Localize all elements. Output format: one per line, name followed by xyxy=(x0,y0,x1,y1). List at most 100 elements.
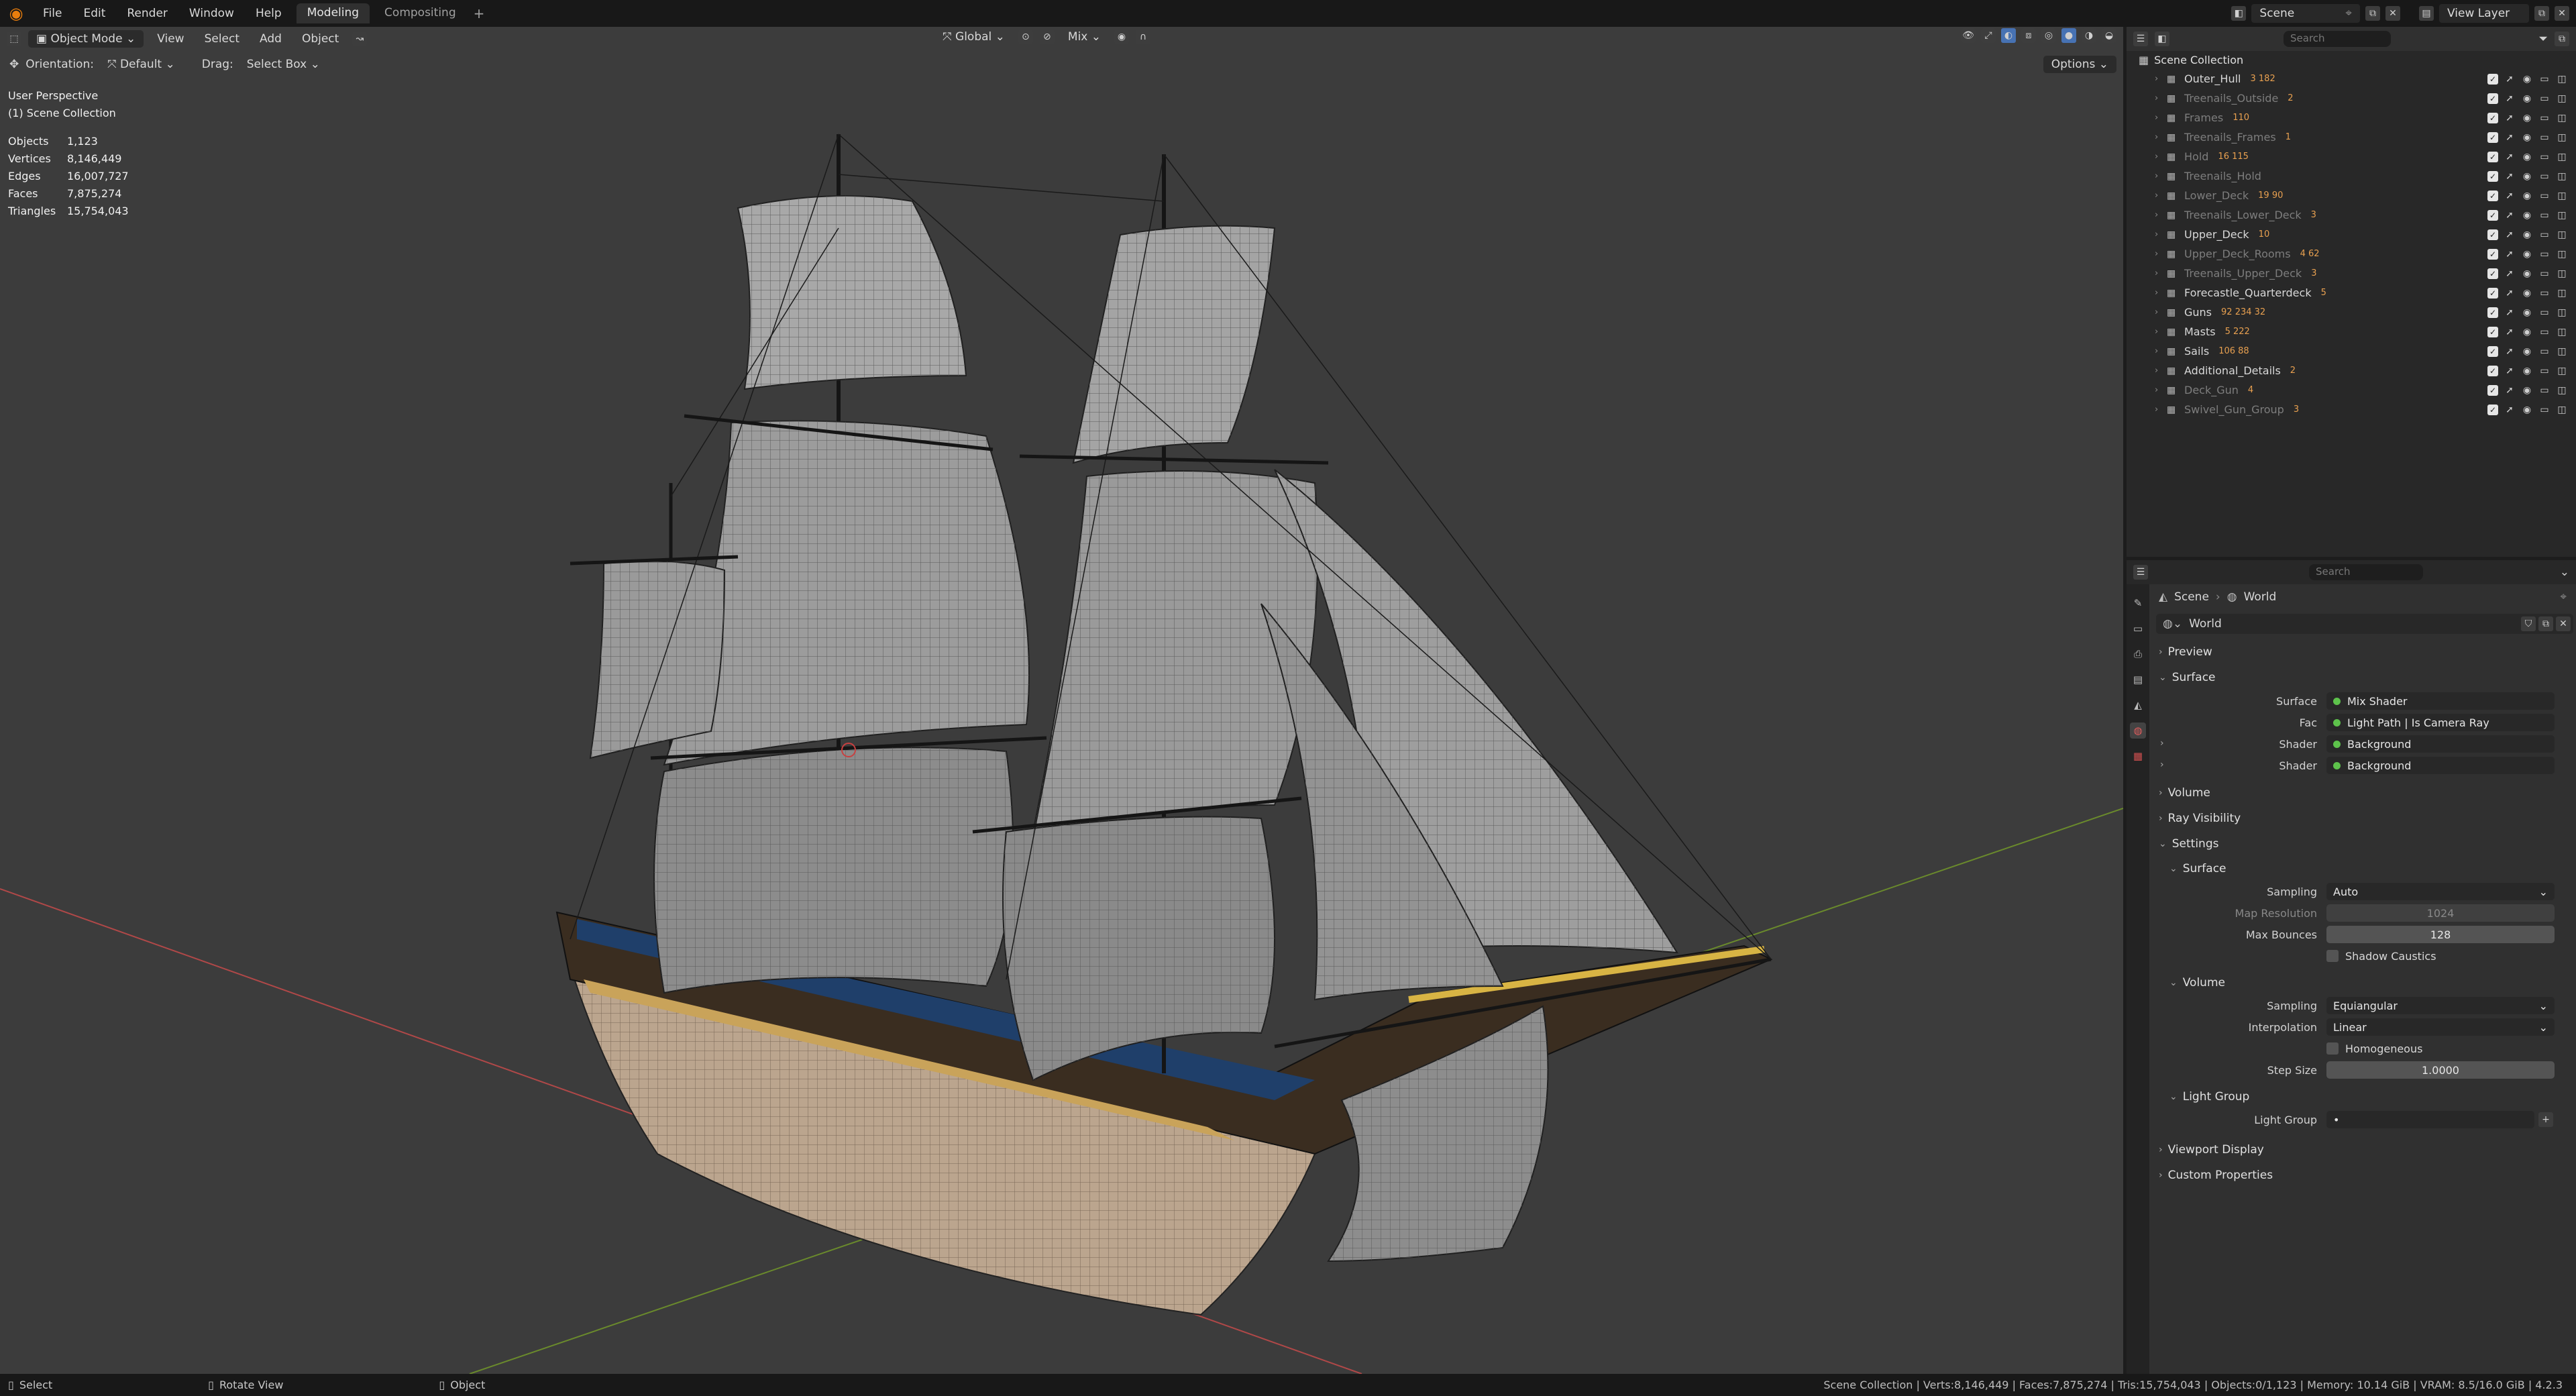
outliner-item[interactable]: › ▦ Masts 5 222 ✓ ➚ ◉ ▭ ◫ xyxy=(2127,322,2576,341)
eye-icon[interactable]: ◉ xyxy=(2521,249,2533,260)
world-tab-icon[interactable]: ◍ xyxy=(2130,722,2146,739)
render-camera-icon[interactable]: ◫ xyxy=(2556,288,2568,299)
max-bounces-field[interactable]: 128 xyxy=(2326,926,2555,943)
render-camera-icon[interactable]: ◫ xyxy=(2556,132,2568,143)
outliner-item[interactable]: › ▦ Upper_Deck 10 ✓ ➚ ◉ ▭ ◫ xyxy=(2127,225,2576,244)
volume-sampling-dropdown[interactable]: Equiangular ⌄ xyxy=(2326,997,2555,1014)
subsection-light-group[interactable]: ⌄ Light Group xyxy=(2153,1085,2573,1109)
viewport-menu-select[interactable]: Select xyxy=(198,30,246,48)
surface-shader-field[interactable]: Mix Shader xyxy=(2326,692,2555,710)
rendered-shading-icon[interactable]: ◒ xyxy=(2102,28,2116,43)
expand-arrow-icon[interactable]: › xyxy=(2155,327,2167,337)
eye-icon[interactable]: ◉ xyxy=(2521,385,2533,396)
add-workspace-icon[interactable]: + xyxy=(474,5,485,21)
expand-arrow-icon[interactable]: › xyxy=(2155,249,2167,259)
subsection-settings-volume[interactable]: ⌄ Volume xyxy=(2153,971,2573,995)
properties-editor-type-icon[interactable]: ☰ xyxy=(2133,565,2148,580)
render-camera-icon[interactable]: ◫ xyxy=(2556,249,2568,260)
render-camera-icon[interactable]: ◫ xyxy=(2556,307,2568,318)
eye-icon[interactable]: ◉ xyxy=(2521,268,2533,279)
fac-field[interactable]: Light Path | Is Camera Ray xyxy=(2326,714,2555,731)
selectable-icon[interactable]: ➚ xyxy=(2504,152,2516,162)
selectable-icon[interactable]: ➚ xyxy=(2504,74,2516,85)
transform-orientation-dropdown[interactable]: ⤧ Global ⌄ xyxy=(936,28,1012,46)
eye-icon[interactable]: ◉ xyxy=(2521,366,2533,376)
outliner-item[interactable]: › ▦ Sails 106 88 ✓ ➚ ◉ ▭ ◫ xyxy=(2127,341,2576,361)
exclude-checkbox[interactable]: ✓ xyxy=(2487,404,2498,415)
menu-edit[interactable]: Edit xyxy=(72,7,116,20)
eye-icon[interactable]: ◉ xyxy=(2521,405,2533,415)
section-volume[interactable]: › Volume xyxy=(2153,780,2573,806)
material-shading-icon[interactable]: ◑ xyxy=(2082,28,2096,43)
new-view-layer-icon[interactable]: ⧉ xyxy=(2534,6,2549,21)
selectable-icon[interactable]: ➚ xyxy=(2504,346,2516,357)
expand-arrow-icon[interactable]: › xyxy=(2155,93,2167,103)
outliner-item[interactable]: › ▦ Frames 110 ✓ ➚ ◉ ▭ ◫ xyxy=(2127,108,2576,127)
snap-dropdown[interactable]: Mix ⌄ xyxy=(1061,28,1108,46)
selectable-icon[interactable]: ➚ xyxy=(2504,229,2516,240)
eye-icon[interactable]: ◉ xyxy=(2521,152,2533,162)
exclude-checkbox[interactable]: ✓ xyxy=(2487,93,2498,104)
expand-arrow-icon[interactable]: › xyxy=(2155,74,2167,84)
exclude-checkbox[interactable]: ✓ xyxy=(2487,268,2498,279)
shader-field-2[interactable]: Background xyxy=(2326,757,2555,774)
viewport-disable-icon[interactable]: ▭ xyxy=(2538,191,2551,201)
map-resolution-field[interactable]: 1024 xyxy=(2326,904,2555,922)
exclude-checkbox[interactable]: ✓ xyxy=(2487,151,2498,162)
eye-icon[interactable]: ◉ xyxy=(2521,93,2533,104)
render-camera-icon[interactable]: ◫ xyxy=(2556,327,2568,337)
exclude-checkbox[interactable]: ✓ xyxy=(2487,345,2498,357)
viewport-disable-icon[interactable]: ▭ xyxy=(2538,366,2551,376)
workspace-tab-compositing[interactable]: Compositing xyxy=(374,3,467,23)
new-collection-icon[interactable]: ⧉ xyxy=(2555,32,2569,46)
delete-view-layer-icon[interactable]: ✕ xyxy=(2555,6,2569,21)
drag-dropdown[interactable]: Select Box ⌄ xyxy=(240,56,327,73)
blender-logo-icon[interactable]: ◉ xyxy=(0,4,32,23)
expand-arrow-icon[interactable]: › xyxy=(2155,307,2167,317)
add-light-group-icon[interactable]: + xyxy=(2538,1112,2553,1127)
pin-properties-icon[interactable]: ⌖ xyxy=(2560,590,2573,604)
display-mode-icon[interactable]: ◧ xyxy=(2155,32,2169,46)
render-camera-icon[interactable]: ◫ xyxy=(2556,74,2568,85)
collection-tab-icon[interactable]: ▦ xyxy=(2130,748,2146,764)
editor-type-icon[interactable]: ⬚ xyxy=(7,32,21,46)
render-camera-icon[interactable]: ◫ xyxy=(2556,113,2568,123)
expand-arrow-icon[interactable]: › xyxy=(2160,738,2164,749)
section-preview[interactable]: › Preview xyxy=(2153,639,2573,665)
viewport-scene[interactable] xyxy=(0,27,2123,1374)
eye-icon[interactable]: ◉ xyxy=(2521,113,2533,123)
outliner-item[interactable]: › ▦ Treenails_Frames 1 ✓ ➚ ◉ ▭ ◫ xyxy=(2127,127,2576,147)
mode-dropdown[interactable]: ▣ Object Mode ⌄ xyxy=(28,30,144,48)
breadcrumb-world[interactable]: World xyxy=(2244,590,2277,604)
selectable-icon[interactable]: ➚ xyxy=(2504,288,2516,299)
viewport-disable-icon[interactable]: ▭ xyxy=(2538,171,2551,182)
pin-icon[interactable]: ⌖ xyxy=(2345,7,2352,20)
viewport-disable-icon[interactable]: ▭ xyxy=(2538,288,2551,299)
pivot-icon[interactable]: ⊙ xyxy=(1018,30,1033,44)
workspace-tab-modeling[interactable]: Modeling xyxy=(296,3,370,23)
view-layer-field[interactable]: View Layer xyxy=(2439,4,2529,23)
section-custom-properties[interactable]: › Custom Properties xyxy=(2153,1163,2573,1188)
outliner-item[interactable]: › ▦ Deck_Gun 4 ✓ ➚ ◉ ▭ ◫ xyxy=(2127,380,2576,400)
outliner-item[interactable]: › ▦ Upper_Deck_Rooms 4 62 ✓ ➚ ◉ ▭ ◫ xyxy=(2127,244,2576,264)
viewport-disable-icon[interactable]: ▭ xyxy=(2538,210,2551,221)
viewport-disable-icon[interactable]: ▭ xyxy=(2538,327,2551,337)
unlink-world-icon[interactable]: ✕ xyxy=(2556,616,2571,631)
output-tab-icon[interactable]: ⎙ xyxy=(2130,646,2146,662)
viewport-disable-icon[interactable]: ▭ xyxy=(2538,152,2551,162)
homogeneous-checkbox[interactable] xyxy=(2326,1042,2339,1055)
orientation-dropdown[interactable]: ⤧ Default ⌄ xyxy=(101,56,182,73)
expand-arrow-icon[interactable]: › xyxy=(2155,152,2167,162)
section-viewport-display[interactable]: › Viewport Display xyxy=(2153,1137,2573,1163)
render-camera-icon[interactable]: ◫ xyxy=(2556,93,2568,104)
overlay-icon[interactable]: ◐ xyxy=(2001,28,2016,43)
light-group-field[interactable]: • xyxy=(2326,1111,2534,1128)
viewport-disable-icon[interactable]: ▭ xyxy=(2538,385,2551,396)
scene-browse-icon[interactable]: ◧ xyxy=(2231,6,2247,21)
expand-arrow-icon[interactable]: › xyxy=(2155,229,2167,239)
viewport-disable-icon[interactable]: ▭ xyxy=(2538,268,2551,279)
exclude-checkbox[interactable]: ✓ xyxy=(2487,112,2498,123)
outliner-item[interactable]: › ▦ Forecastle_Quarterdeck 5 ✓ ➚ ◉ ▭ ◫ xyxy=(2127,283,2576,303)
eye-icon[interactable]: ◉ xyxy=(2521,171,2533,182)
render-camera-icon[interactable]: ◫ xyxy=(2556,171,2568,182)
